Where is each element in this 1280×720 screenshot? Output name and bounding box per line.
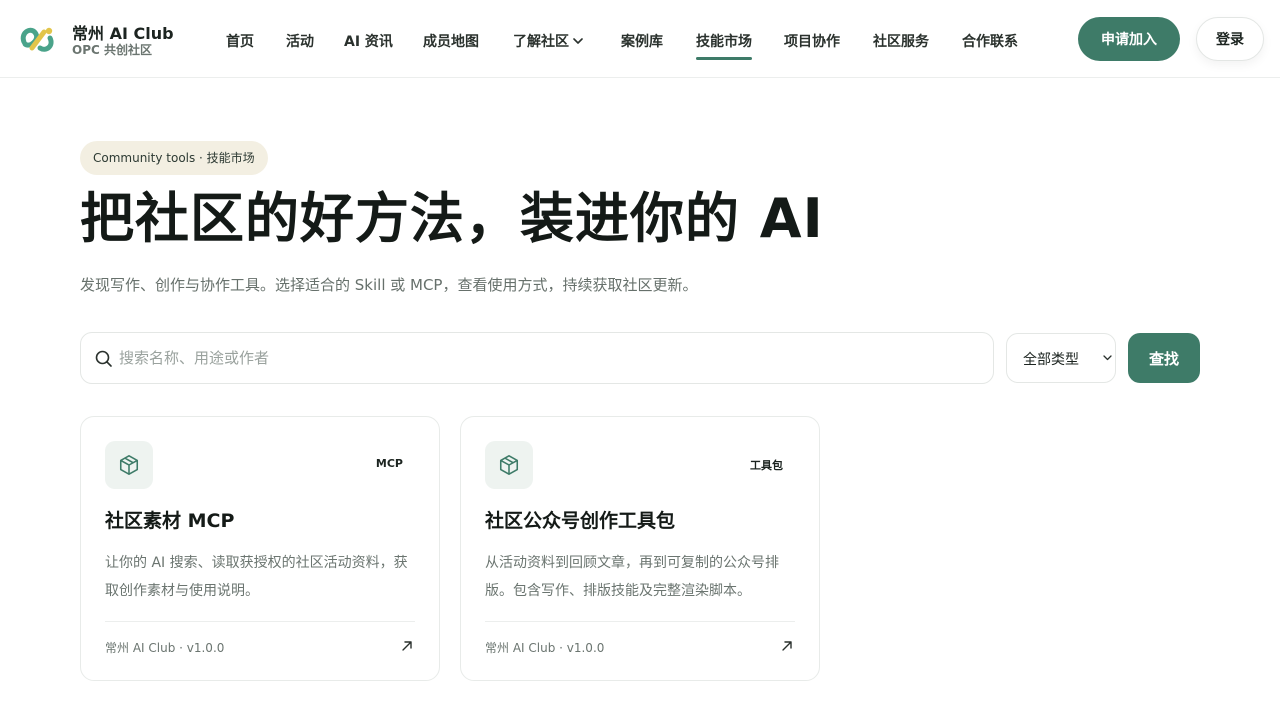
section-pill: Community tools · 技能市场 xyxy=(80,141,268,175)
card-title[interactable]: 社区素材 MCP xyxy=(105,506,234,533)
nav-item-member-map[interactable]: 成员地图 xyxy=(423,31,479,51)
brand-subtitle: OPC 共创社区 xyxy=(72,43,152,57)
card-divider xyxy=(485,621,795,622)
card-icon-wrap xyxy=(105,441,153,489)
nav-item-about-community[interactable]: 了解社区 xyxy=(513,31,583,51)
card-divider xyxy=(105,621,415,622)
page-title: 把社区的好方法，装进你的 AI xyxy=(80,187,824,250)
chevron-down-icon xyxy=(1103,355,1112,361)
search-button[interactable]: 查找 xyxy=(1128,333,1200,383)
arrow-up-right-icon[interactable] xyxy=(781,640,793,652)
search-input[interactable] xyxy=(119,334,979,382)
skill-card[interactable]: MCP 社区素材 MCP 让你的 AI 搜索、读取获授权的社区活动资料，获取创作… xyxy=(80,416,440,681)
nav-item-contact[interactable]: 合作联系 xyxy=(962,31,1018,51)
nav-item-cases[interactable]: 案例库 xyxy=(621,31,663,51)
card-meta: 常州 AI Club · v1.0.0 xyxy=(105,641,225,655)
nav-item-projects[interactable]: 项目协作 xyxy=(784,31,840,51)
nav-item-home[interactable]: 首页 xyxy=(226,31,254,51)
search-icon xyxy=(95,350,112,367)
type-filter-value: 全部类型 xyxy=(1023,352,1079,368)
package-icon xyxy=(499,455,519,475)
skill-card[interactable]: 工具包 社区公众号创作工具包 从活动资料到回顾文章，再到可复制的公众号排版。包含… xyxy=(460,416,820,681)
nav-item-ai-news[interactable]: AI 资讯 xyxy=(344,31,393,51)
type-filter-select[interactable]: 全部类型 xyxy=(1006,333,1116,383)
card-title[interactable]: 社区公众号创作工具包 xyxy=(485,506,675,533)
card-description: 从活动资料到回顾文章，再到可复制的公众号排版。包含写作、排版技能及完整渲染脚本。 xyxy=(485,555,779,599)
card-meta: 常州 AI Club · v1.0.0 xyxy=(485,641,605,655)
nav-item-events[interactable]: 活动 xyxy=(286,31,314,51)
nav-item-skill-market[interactable]: 技能市场 xyxy=(696,31,752,60)
site-header: 常州 AI Club OPC 共创社区 首页 活动 AI 资讯 成员地图 了解社… xyxy=(0,0,1280,78)
search-box[interactable] xyxy=(80,332,994,384)
club-logo-icon[interactable] xyxy=(18,22,56,56)
nav-item-about-label: 了解社区 xyxy=(513,34,569,50)
card-icon-wrap xyxy=(485,441,533,489)
arrow-up-right-icon[interactable] xyxy=(401,640,413,652)
page-description: 发现写作、创作与协作工具。选择适合的 Skill 或 MCP，查看使用方式，持续… xyxy=(80,276,698,294)
package-icon xyxy=(119,455,139,475)
join-button[interactable]: 申请加入 xyxy=(1078,17,1180,61)
card-description: 让你的 AI 搜索、读取获授权的社区活动资料，获取创作素材与使用说明。 xyxy=(105,555,408,599)
card-type-badge: MCP xyxy=(375,457,403,470)
nav-item-services[interactable]: 社区服务 xyxy=(873,31,929,51)
card-type-badge: 工具包 xyxy=(750,459,783,472)
login-button[interactable]: 登录 xyxy=(1196,17,1264,61)
chevron-down-icon xyxy=(573,37,583,44)
